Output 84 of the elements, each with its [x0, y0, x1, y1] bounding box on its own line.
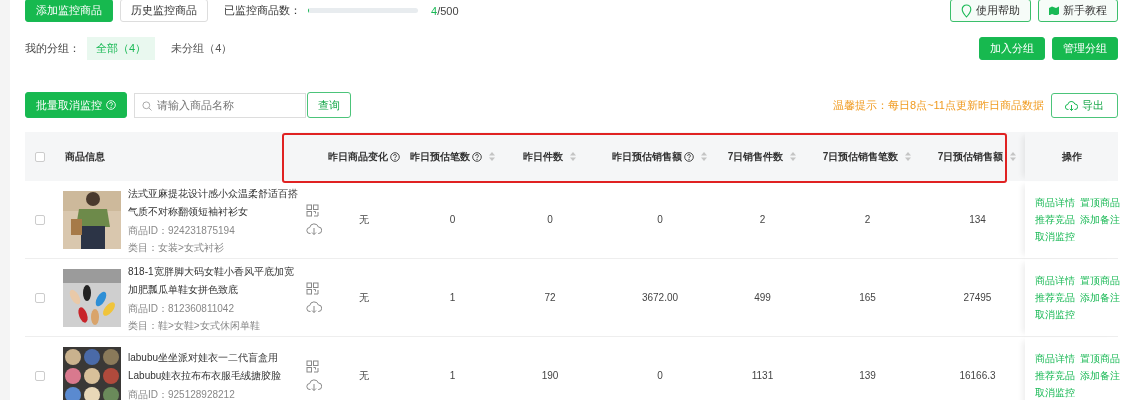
group-tab[interactable]: 未分组（4） [162, 36, 242, 60]
search-field[interactable]: 请输入商品名称 [134, 92, 306, 118]
qr-code-icon [306, 360, 319, 373]
count-label: 已监控商品数： [224, 3, 301, 18]
qr-code-icon [306, 204, 319, 217]
table-cell: 3672.00 [600, 259, 720, 337]
table-cell: 1 [405, 337, 500, 400]
map-icon [1049, 6, 1059, 15]
table-cell: 2 [805, 181, 930, 259]
batch-cancel-button[interactable]: 批量取消监控 [25, 92, 127, 118]
group-button[interactable]: 加入分组 [979, 36, 1045, 60]
table-cell: 0 [600, 337, 720, 400]
action-link[interactable]: 添加备注 [1080, 289, 1120, 306]
action-link[interactable]: 商品详情 [1035, 272, 1075, 289]
table-cell: 190 [500, 337, 600, 400]
tutorial-button[interactable]: 新手教程 [1038, 0, 1118, 22]
action-link[interactable]: 推荐竞品 [1035, 367, 1075, 384]
table-cell: 16166.3 [930, 337, 1025, 400]
group-label: 我的分组： [25, 40, 80, 56]
query-button[interactable]: 查询 [307, 92, 351, 118]
product-title[interactable]: 818-1宽胖脚大码女鞋小香风平底加宽加肥瓢瓜单鞋女拼色致底 [128, 262, 299, 299]
table-cell: 0 [500, 181, 600, 259]
add-button[interactable]: 添加监控商品 [25, 0, 113, 22]
column-label: 昨日预估销售额 [612, 149, 682, 164]
count-total: /500 [437, 4, 459, 17]
table-cell: 1 [405, 259, 500, 337]
column-label: 商品信息 [65, 149, 105, 164]
table-cell: 139 [805, 337, 930, 400]
group-tab[interactable]: 全部（4） [87, 36, 156, 60]
column-label: 7日预估销售额 [937, 149, 1004, 164]
pin-icon [961, 3, 972, 18]
table-cell: 0 [600, 181, 720, 259]
cloud-download-icon [1065, 99, 1078, 111]
action-link[interactable]: 取消监控 [1035, 228, 1075, 245]
table-cell: 134 [930, 181, 1025, 259]
product-id: 商品ID：925128928212 [128, 388, 236, 400]
group-button[interactable]: 管理分组 [1052, 36, 1118, 60]
action-link[interactable]: 添加备注 [1080, 211, 1120, 228]
table-cell: 499 [720, 259, 805, 337]
select-all-checkbox[interactable] [35, 151, 45, 162]
help-button[interactable]: 使用帮助 [950, 0, 1031, 22]
action-link[interactable]: 添加备注 [1080, 367, 1120, 384]
row-checkbox[interactable] [35, 214, 45, 225]
action-link[interactable]: 商品详情 [1035, 194, 1075, 211]
action-link[interactable]: 推荐竞品 [1035, 211, 1075, 228]
action-link[interactable]: 置顶商品 [1080, 194, 1120, 211]
action-link[interactable]: 商品详情 [1035, 350, 1075, 367]
table-cell: 2 [720, 181, 805, 259]
product-category: 类目：女装>女式衬衫 [128, 240, 225, 255]
column-label: 昨日件数 [523, 149, 563, 164]
export-button[interactable]: 导出 [1051, 92, 1118, 118]
column-label: 昨日预估笔数 [409, 149, 470, 164]
history-button[interactable]: 历史监控商品 [120, 0, 208, 22]
row-checkbox[interactable] [35, 370, 45, 381]
column-label: 7日预估销售笔数 [822, 149, 899, 164]
table-cell: 1131 [720, 337, 805, 400]
column-label: 操作 [1061, 149, 1082, 164]
row-checkbox[interactable] [35, 292, 45, 303]
table-cell: 165 [805, 259, 930, 337]
cloud-download-icon [306, 300, 322, 313]
table-cell: 无 [322, 337, 405, 400]
cloud-download-icon [306, 222, 322, 235]
product-id: 商品ID：812360811042 [128, 301, 235, 316]
column-label: 昨日商品变化 [327, 149, 388, 164]
table-cell: 无 [322, 181, 405, 259]
product-category: 类目：鞋>女鞋>女式休闲单鞋 [128, 318, 261, 333]
action-link[interactable]: 取消监控 [1035, 306, 1075, 323]
action-link[interactable]: 取消监控 [1035, 384, 1075, 400]
column-label: 7日销售件数 [727, 149, 784, 164]
count-value: 4 [431, 4, 438, 17]
table-cell: 0 [405, 181, 500, 259]
product-title[interactable]: 法式亚麻提花设计感小众温柔舒适百搭气质不对称翻领短袖衬衫女 [128, 184, 299, 221]
action-link[interactable]: 推荐竞品 [1035, 289, 1075, 306]
tip-text: 温馨提示：每日8点~11点更新昨日商品数据 [833, 97, 1044, 113]
table-cell: 72 [500, 259, 600, 337]
qr-code-icon [306, 282, 319, 295]
table-cell: 27495 [930, 259, 1025, 337]
product-id: 商品ID：924231875194 [128, 223, 236, 238]
help-icon [106, 100, 116, 110]
cloud-download-icon [306, 378, 322, 391]
action-link[interactable]: 置顶商品 [1080, 350, 1120, 367]
table-cell: 无 [322, 259, 405, 337]
product-title[interactable]: labubu坐坐派对娃衣一二代盲盒用Labubu娃衣拉布布衣服毛绒搪胶脸 [128, 349, 299, 385]
action-link[interactable]: 置顶商品 [1080, 272, 1120, 289]
